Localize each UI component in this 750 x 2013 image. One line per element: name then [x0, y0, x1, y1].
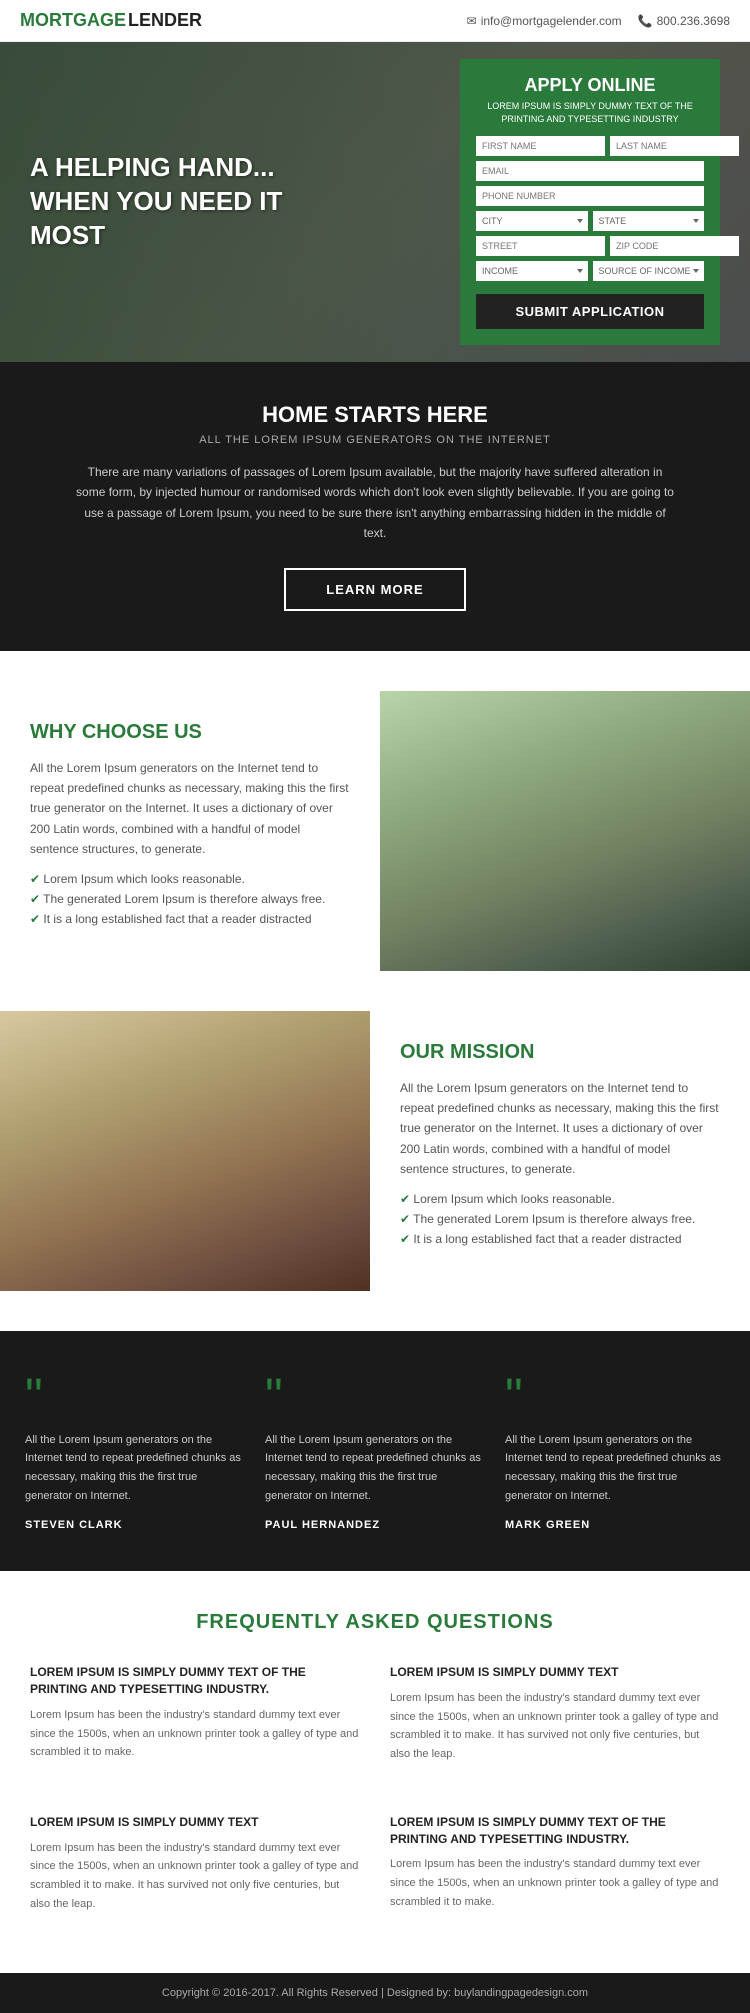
testimonials-section: " All the Lorem Ipsum generators on the … — [0, 1331, 750, 1572]
faq-answer-2: Lorem Ipsum has been the industry's stan… — [390, 1689, 720, 1764]
why-choose-title: WHY CHOOSE US — [30, 721, 350, 744]
apply-form: APPLY ONLINE LOREM IPSUM IS SIMPLY DUMMY… — [460, 59, 720, 344]
name-row — [476, 136, 704, 156]
faq-question-4: LOREM IPSUM IS SIMPLY DUMMY TEXT OF THE … — [390, 1814, 720, 1848]
quote-mark-3: " — [505, 1371, 725, 1421]
testimonial-name-2: PAUL HERNANDEZ — [265, 1519, 485, 1531]
our-mission-checklist: Lorem Ipsum which looks reasonable. The … — [400, 1192, 720, 1246]
why-choose-checklist: Lorem Ipsum which looks reasonable. The … — [30, 872, 350, 926]
hero-headline: A HELPING HAND... WHEN YOU NEED IT MOST — [30, 151, 350, 252]
testimonial-text-2: All the Lorem Ipsum generators on the In… — [265, 1431, 485, 1506]
learn-more-button[interactable]: LEARN MORE — [284, 568, 465, 611]
our-mission-title: OUR MISSION — [400, 1041, 720, 1064]
header-contact: ✉ info@mortgagelender.com 📞 800.236.3698 — [467, 14, 730, 28]
faq-question-1: LOREM IPSUM IS SIMPLY DUMMY TEXT OF THE … — [30, 1664, 360, 1698]
apply-form-subtitle: LOREM IPSUM IS SIMPLY DUMMY TEXT OF THE … — [476, 100, 704, 125]
quote-mark-2: " — [265, 1371, 485, 1421]
faq-section: FREQUENTLY ASKED QUESTIONS LOREM IPSUM I… — [0, 1571, 750, 1973]
hero-text: A HELPING HAND... WHEN YOU NEED IT MOST — [30, 151, 350, 252]
header: MORTGAGE LENDER ✉ info@mortgagelender.co… — [0, 0, 750, 42]
email-contact: ✉ info@mortgagelender.com — [467, 14, 622, 28]
faq-answer-1: Lorem Ipsum has been the industry's stan… — [30, 1706, 360, 1762]
testimonial-card-2: " All the Lorem Ipsum generators on the … — [265, 1371, 485, 1532]
why-checklist-item-3: It is a long established fact that a rea… — [30, 912, 350, 926]
our-mission-body: All the Lorem Ipsum generators on the In… — [400, 1078, 720, 1180]
why-checklist-item-2: The generated Lorem Ipsum is therefore a… — [30, 892, 350, 906]
street-zip-row — [476, 236, 704, 256]
home-starts-title: HOME STARTS HERE — [30, 402, 720, 428]
faq-grid: LOREM IPSUM IS SIMPLY DUMMY TEXT OF THE … — [30, 1664, 720, 1933]
street-input[interactable] — [476, 236, 605, 256]
zip-input[interactable] — [610, 236, 739, 256]
faq-item-4: LOREM IPSUM IS SIMPLY DUMMY TEXT OF THE … — [390, 1814, 720, 1914]
email-row — [476, 161, 704, 181]
quote-mark-1: " — [25, 1371, 245, 1421]
hero-section: A HELPING HAND... WHEN YOU NEED IT MOST … — [0, 42, 750, 362]
home-starts-subtitle: ALL THE LOREM IPSUM GENERATORS ON THE IN… — [30, 434, 720, 446]
last-name-input[interactable] — [610, 136, 739, 156]
faq-item-3: LOREM IPSUM IS SIMPLY DUMMY TEXT Lorem I… — [30, 1814, 360, 1914]
first-name-input[interactable] — [476, 136, 605, 156]
our-mission-layout: OUR MISSION All the Lorem Ipsum generato… — [0, 1011, 750, 1291]
why-choose-image — [380, 691, 750, 971]
why-choose-layout: WHY CHOOSE US All the Lorem Ipsum genera… — [0, 691, 750, 971]
email-icon: ✉ — [467, 14, 477, 28]
testimonial-card-3: " All the Lorem Ipsum generators on the … — [505, 1371, 725, 1532]
why-choose-photo — [380, 691, 750, 971]
why-choose-section: WHY CHOOSE US All the Lorem Ipsum genera… — [0, 651, 750, 1011]
footer: Copyright © 2016-2017. All Rights Reserv… — [0, 1973, 750, 2013]
faq-title: FREQUENTLY ASKED QUESTIONS — [30, 1611, 720, 1634]
testimonials-grid: " All the Lorem Ipsum generators on the … — [20, 1371, 730, 1532]
phone-row — [476, 186, 704, 206]
faq-question-2: LOREM IPSUM IS SIMPLY DUMMY TEXT — [390, 1664, 720, 1681]
income-source-row: INCOME SOURCE OF INCOME — [476, 261, 704, 281]
why-choose-body: All the Lorem Ipsum generators on the In… — [30, 758, 350, 860]
faq-answer-4: Lorem Ipsum has been the industry's stan… — [390, 1855, 720, 1911]
mission-checklist-item-1: Lorem Ipsum which looks reasonable. — [400, 1192, 720, 1206]
testimonial-name-3: MARK GREEN — [505, 1519, 725, 1531]
state-select[interactable]: STATE — [593, 211, 705, 231]
income-select[interactable]: INCOME — [476, 261, 588, 281]
city-select[interactable]: CITY — [476, 211, 588, 231]
testimonial-text-3: All the Lorem Ipsum generators on the In… — [505, 1431, 725, 1506]
why-checklist-item-1: Lorem Ipsum which looks reasonable. — [30, 872, 350, 886]
our-mission-section: OUR MISSION All the Lorem Ipsum generato… — [0, 1011, 750, 1331]
faq-item-1: LOREM IPSUM IS SIMPLY DUMMY TEXT OF THE … — [30, 1664, 360, 1764]
city-state-row: CITY STATE — [476, 211, 704, 231]
apply-form-title: APPLY ONLINE — [476, 75, 704, 96]
our-mission-image — [0, 1011, 370, 1291]
testimonial-card-1: " All the Lorem Ipsum generators on the … — [25, 1371, 245, 1532]
logo: MORTGAGE LENDER — [20, 10, 202, 31]
testimonial-text-1: All the Lorem Ipsum generators on the In… — [25, 1431, 245, 1506]
home-starts-section: HOME STARTS HERE ALL THE LOREM IPSUM GEN… — [0, 362, 750, 651]
phone-input[interactable] — [476, 186, 704, 206]
footer-text: Copyright © 2016-2017. All Rights Reserv… — [162, 1987, 588, 1999]
home-starts-body: There are many variations of passages of… — [75, 462, 675, 544]
our-mission-text: OUR MISSION All the Lorem Ipsum generato… — [370, 1011, 750, 1291]
testimonial-name-1: STEVEN CLARK — [25, 1519, 245, 1531]
faq-answer-3: Lorem Ipsum has been the industry's stan… — [30, 1839, 360, 1914]
faq-item-2: LOREM IPSUM IS SIMPLY DUMMY TEXT Lorem I… — [390, 1664, 720, 1764]
faq-question-3: LOREM IPSUM IS SIMPLY DUMMY TEXT — [30, 1814, 360, 1831]
source-select[interactable]: SOURCE OF INCOME — [593, 261, 705, 281]
logo-mortgage: MORTGAGE — [20, 10, 126, 31]
submit-application-button[interactable]: SUBMIT APPLICATION — [476, 294, 704, 329]
mission-checklist-item-3: It is a long established fact that a rea… — [400, 1232, 720, 1246]
email-input[interactable] — [476, 161, 704, 181]
phone-contact: 📞 800.236.3698 — [638, 14, 730, 28]
logo-lender: LENDER — [128, 10, 202, 31]
mission-checklist-item-2: The generated Lorem Ipsum is therefore a… — [400, 1212, 720, 1226]
our-mission-photo — [0, 1011, 370, 1291]
why-choose-text: WHY CHOOSE US All the Lorem Ipsum genera… — [0, 691, 380, 971]
phone-icon: 📞 — [638, 14, 653, 28]
